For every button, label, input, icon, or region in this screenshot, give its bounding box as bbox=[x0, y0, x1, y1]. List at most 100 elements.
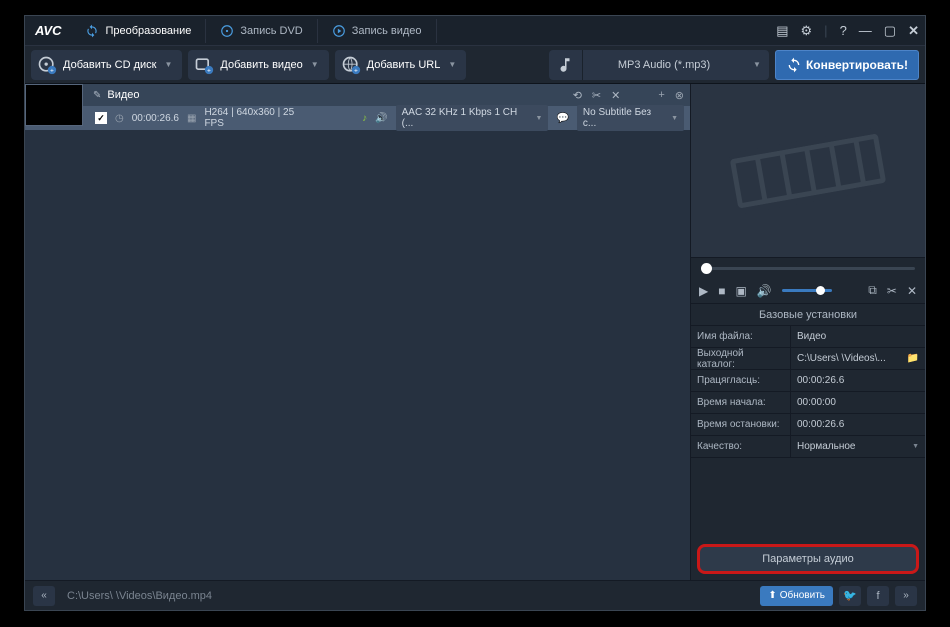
help-icon[interactable]: ? bbox=[840, 23, 847, 38]
disc-icon bbox=[220, 24, 234, 38]
upload-icon: ⬆ bbox=[768, 590, 776, 601]
video-info-text: H264 | 640x360 | 25 FPS bbox=[204, 107, 316, 129]
tab-record-label: Запись видео bbox=[352, 25, 422, 37]
item-title: Видео bbox=[107, 89, 139, 101]
play-icon[interactable]: ▶ bbox=[699, 284, 708, 298]
filmstrip-icon bbox=[723, 116, 893, 226]
toolbar: + Добавить CD диск ▼ + Добавить видео ▼ … bbox=[25, 46, 925, 84]
subtitle-icon: 💬 bbox=[556, 113, 568, 124]
chevron-down-icon: ▼ bbox=[745, 60, 769, 69]
window-controls: ▤ ⚙ | ? — ▢ ✕ bbox=[776, 23, 919, 39]
tab-record[interactable]: Запись видео bbox=[318, 19, 437, 43]
twitter-icon[interactable]: 🐦 bbox=[839, 586, 861, 606]
row-start: Время начала:00:00:00 bbox=[691, 392, 925, 414]
app-window: AVC Преобразование Запись DVD Запись вид… bbox=[24, 15, 926, 611]
row-output: Выходной каталог:C:\Users\ \Videos\...📁 bbox=[691, 348, 925, 370]
volume-icon[interactable]: 🔊 bbox=[757, 284, 772, 298]
update-button[interactable]: ⬆Обновить bbox=[760, 586, 833, 606]
snapshot-icon[interactable]: ▣ bbox=[735, 284, 746, 298]
convert-label: Конвертировать! bbox=[806, 58, 908, 72]
refresh-icon bbox=[85, 24, 99, 38]
start-time[interactable]: 00:00:00 bbox=[791, 392, 925, 413]
gear-icon[interactable]: ⚙ bbox=[801, 23, 813, 39]
preview-panel: ▶ ■ ▣ 🔊 ⧉ ✂ ✕ Базовые установки Имя файл… bbox=[691, 84, 925, 580]
row-stop: Время остановки:00:00:26.6 bbox=[691, 414, 925, 436]
remove-icon[interactable]: ⊗ bbox=[675, 89, 684, 102]
main-area: ✎ Видео ⟲ ✂ ✕ + ⊗ ✓ ◷ 00:00:26.6 bbox=[25, 84, 925, 580]
seek-slider[interactable] bbox=[691, 258, 925, 278]
music-note-icon bbox=[549, 50, 583, 80]
settings-table: Имя файла:Видео Выходной каталог:C:\User… bbox=[691, 326, 925, 458]
crop-icon[interactable]: ✕ bbox=[907, 284, 917, 298]
close-icon[interactable]: ✕ bbox=[908, 23, 919, 39]
thumbnail[interactable] bbox=[25, 84, 83, 126]
add-icon[interactable]: + bbox=[658, 89, 664, 101]
statusbar: « C:\Users\ \Videos\Видео.mp4 ⬆Обновить … bbox=[25, 580, 925, 610]
checkbox[interactable]: ✓ bbox=[95, 112, 107, 124]
logo: AVC bbox=[35, 23, 61, 38]
titlebar: AVC Преобразование Запись DVD Запись вид… bbox=[25, 16, 925, 46]
row-filename: Имя файла:Видео bbox=[691, 326, 925, 348]
add-video-button[interactable]: + Добавить видео ▼ bbox=[188, 50, 328, 80]
chevron-down-icon: ▼ bbox=[912, 443, 919, 450]
next-button[interactable]: » bbox=[895, 586, 917, 606]
refresh-item-icon[interactable]: ⟲ bbox=[573, 89, 582, 102]
settings-header: Базовые установки bbox=[691, 304, 925, 326]
output-path[interactable]: C:\Users\ \Videos\...📁 bbox=[791, 348, 925, 369]
audio-select[interactable]: AAC 32 KHz 1 Kbps 1 CH (...▼ bbox=[396, 105, 549, 131]
svg-text:+: + bbox=[354, 67, 358, 74]
format-label: MP3 Audio (*.mp3) bbox=[583, 59, 745, 71]
globe-plus-icon: + bbox=[341, 55, 361, 75]
trim-icon[interactable]: ✂ bbox=[887, 284, 897, 298]
player-controls: ▶ ■ ▣ 🔊 ⧉ ✂ ✕ bbox=[691, 278, 925, 304]
quality-select[interactable]: Нормальное▼ bbox=[791, 436, 925, 457]
film-icon: ▦ bbox=[187, 113, 196, 124]
folder-icon[interactable]: 📁 bbox=[907, 353, 919, 364]
tools-icon[interactable]: ✕ bbox=[611, 89, 620, 102]
chevron-down-icon: ▼ bbox=[448, 60, 456, 69]
output-format-select[interactable]: MP3 Audio (*.mp3) ▼ bbox=[549, 50, 769, 80]
stop-icon[interactable]: ■ bbox=[718, 284, 725, 298]
item-details: ✓ ◷ 00:00:26.6 ▦ H264 | 640x360 | 25 FPS… bbox=[25, 106, 690, 130]
tab-dvd[interactable]: Запись DVD bbox=[206, 19, 317, 43]
stop-time[interactable]: 00:00:26.6 bbox=[791, 414, 925, 435]
add-url-button[interactable]: + Добавить URL ▼ bbox=[335, 50, 467, 80]
cd-plus-icon: + bbox=[37, 55, 57, 75]
chevron-down-icon: ▼ bbox=[165, 60, 173, 69]
pencil-icon[interactable]: ✎ bbox=[93, 90, 101, 101]
add-cd-label: Добавить CD диск bbox=[63, 59, 157, 71]
cut-icon[interactable]: ✂ bbox=[592, 89, 601, 102]
item-header[interactable]: ✎ Видео ⟲ ✂ ✕ + ⊗ bbox=[25, 84, 690, 106]
tab-dvd-label: Запись DVD bbox=[240, 25, 302, 37]
duration-text: 00:00:26.6 bbox=[132, 113, 179, 124]
loop-icon[interactable]: ⧉ bbox=[868, 283, 877, 298]
speaker-icon[interactable]: 🔊 bbox=[375, 113, 387, 124]
row-quality: Качество:Нормальное▼ bbox=[691, 436, 925, 458]
subtitle-select[interactable]: No Subtitle Без с...▼ bbox=[577, 105, 684, 131]
output-path-text: C:\Users\ \Videos\Видео.mp4 bbox=[67, 590, 212, 602]
svg-text:+: + bbox=[50, 67, 54, 74]
convert-button[interactable]: Конвертировать! bbox=[775, 50, 919, 80]
refresh-icon bbox=[786, 57, 802, 73]
tab-convert[interactable]: Преобразование bbox=[71, 19, 206, 43]
audio-params-button[interactable]: Параметры аудио bbox=[697, 544, 919, 574]
film-plus-icon: + bbox=[194, 55, 214, 75]
prev-button[interactable]: « bbox=[33, 586, 55, 606]
list-empty-area bbox=[25, 130, 690, 580]
svg-text:+: + bbox=[207, 67, 211, 74]
menu-icon[interactable]: ▤ bbox=[776, 23, 788, 39]
clock-icon: ◷ bbox=[115, 113, 124, 124]
facebook-icon[interactable]: f bbox=[867, 586, 889, 606]
maximize-icon[interactable]: ▢ bbox=[884, 23, 896, 39]
minimize-icon[interactable]: — bbox=[859, 23, 872, 38]
filename-value[interactable]: Видео bbox=[791, 326, 925, 347]
row-duration: Працягласць:00:00:26.6 bbox=[691, 370, 925, 392]
add-cd-button[interactable]: + Добавить CD диск ▼ bbox=[31, 50, 182, 80]
add-url-label: Добавить URL bbox=[367, 59, 441, 71]
add-video-label: Добавить видео bbox=[220, 59, 302, 71]
volume-slider[interactable] bbox=[782, 289, 832, 292]
file-list: ✎ Видео ⟲ ✂ ✕ + ⊗ ✓ ◷ 00:00:26.6 bbox=[25, 84, 691, 580]
note-icon: ♪ bbox=[362, 113, 367, 124]
chevron-down-icon: ▼ bbox=[311, 60, 319, 69]
tab-convert-label: Преобразование bbox=[105, 25, 191, 37]
